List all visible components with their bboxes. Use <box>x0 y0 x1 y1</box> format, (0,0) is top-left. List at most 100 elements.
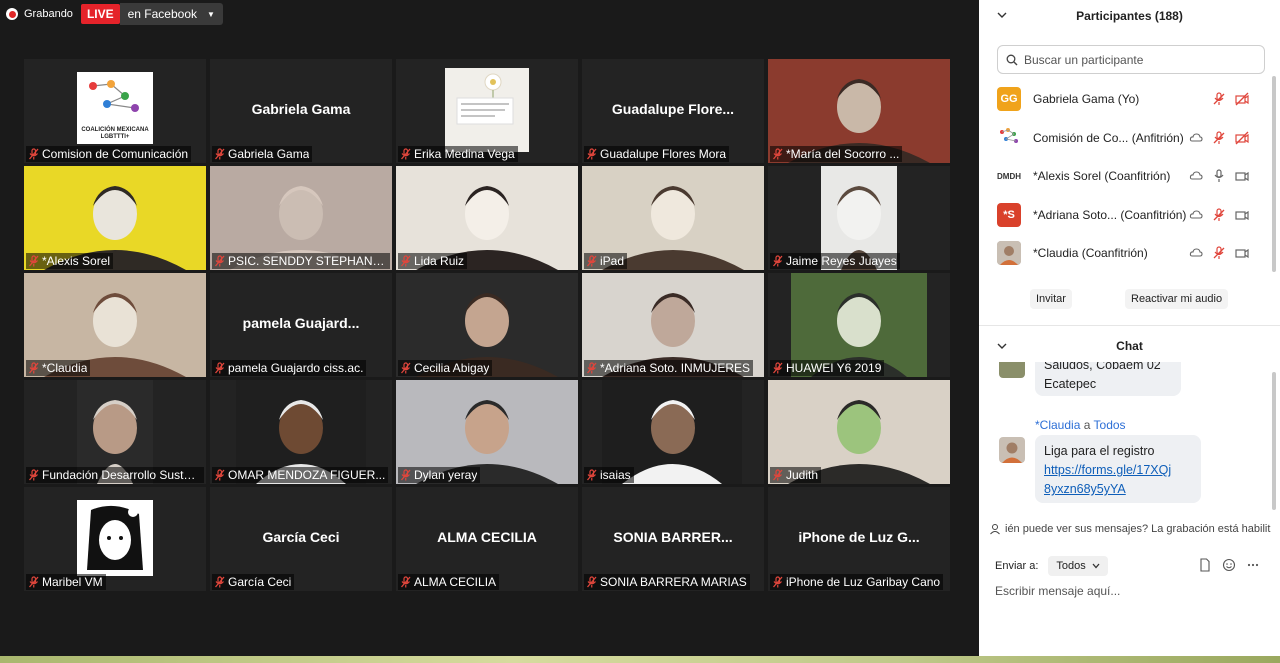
participant-name-label: HUAWEI Y6 2019 <box>770 360 885 376</box>
mic-muted-icon <box>214 362 225 374</box>
mic-muted-icon <box>772 148 783 160</box>
participant-name-text: Guadalupe Flores Mora <box>600 147 727 161</box>
profile-image <box>77 500 153 576</box>
participant-tile[interactable]: Fundación Desarrollo Sustent... <box>24 380 206 484</box>
participant-tile[interactable]: García Ceci García Ceci <box>210 487 392 591</box>
participant-tile[interactable]: HUAWEI Y6 2019 <box>768 273 950 377</box>
mic-muted-icon[interactable] <box>1212 208 1226 222</box>
chat-message: Saludos, Cobaem 02 Ecatepec <box>1035 362 1181 396</box>
video-off-icon[interactable] <box>1235 131 1249 145</box>
participant-tile[interactable]: pamela Guajard... pamela Guajardo ciss.ac… <box>210 273 392 377</box>
participant-tile[interactable]: *Adriana Soto. INMUJERES <box>582 273 764 377</box>
chevron-down-icon[interactable] <box>997 341 1007 351</box>
participant-name-label: PSIC. SENDDY STEPHANYA ... <box>212 253 390 269</box>
mic-muted-icon[interactable] <box>1212 246 1226 260</box>
stream-target-dropdown[interactable]: en Facebook ▼ <box>119 3 223 25</box>
participant-name-label: Guadalupe Flores Mora <box>584 146 730 162</box>
participant-name-label: Comision de Comunicación <box>26 146 192 162</box>
mic-muted-icon[interactable] <box>1212 131 1226 145</box>
mic-on-icon[interactable] <box>1212 169 1226 183</box>
avatar: GG <box>997 87 1021 112</box>
participant-name-text: Erika Medina Vega <box>414 147 515 161</box>
participant-row[interactable]: GG Gabriela Gama (Yo) <box>979 80 1269 119</box>
participant-tile[interactable]: *Claudia <box>24 273 206 377</box>
participant-name-label: García Ceci <box>212 574 295 590</box>
video-off-icon[interactable] <box>1235 92 1249 106</box>
participant-tile[interactable]: Judith <box>768 380 950 484</box>
participant-name-text: OMAR MENDOZA FIGUER... <box>228 468 386 482</box>
participant-tile[interactable]: Gabriela Gama Gabriela Gama <box>210 59 392 163</box>
recipient-select[interactable]: Todos <box>1048 556 1108 576</box>
participant-row[interactable]: Comisión de Co... (Anfitrión) <box>979 119 1269 158</box>
participant-tile[interactable]: OMAR MENDOZA FIGUER... <box>210 380 392 484</box>
participant-tile[interactable]: iPad <box>582 166 764 270</box>
participant-tile[interactable]: PSIC. SENDDY STEPHANYA ... <box>210 166 392 270</box>
participant-name-text: Fundación Desarrollo Sustent... <box>42 468 201 482</box>
chat-header: Chat <box>979 334 1280 358</box>
message-link[interactable]: https://forms.gle/17XQj <box>1044 461 1192 480</box>
avatar <box>999 437 1025 463</box>
participant-name-text: SONIA BARRERA MARIAS <box>600 575 747 589</box>
unmute-button[interactable]: Reactivar mi audio <box>1125 289 1229 309</box>
mic-muted-icon <box>214 469 225 481</box>
recipient-name[interactable]: Todos <box>1094 418 1126 432</box>
participant-tile[interactable]: COALICIÓN MEXICANA LGBTTTI+ Comision de C… <box>24 59 206 163</box>
chat-tools <box>1198 558 1260 572</box>
live-badge: LIVE <box>80 4 120 24</box>
participant-name-label: Lida Ruiz <box>398 253 468 269</box>
participant-tile[interactable]: Maribel VM <box>24 487 206 591</box>
mic-muted-icon <box>772 576 783 588</box>
participant-row[interactable]: DMDH *Alexis Sorel (Coanfitrión) <box>979 157 1269 196</box>
participant-name-label: Erika Medina Vega <box>398 146 518 162</box>
participant-tile[interactable]: Jaime Reyes Juayes <box>768 166 950 270</box>
participants-scrollbar[interactable] <box>1272 76 1276 272</box>
chevron-down-icon[interactable] <box>997 10 1007 20</box>
participant-tile[interactable]: Dylan yeray <box>396 380 578 484</box>
logo-text: COALICIÓN MEXICANA LGBTTTI+ <box>81 127 149 140</box>
participant-name-label: iPhone de Luz Garibay Cano <box>770 574 944 590</box>
chat-message-input[interactable] <box>995 584 1265 598</box>
participant-tile[interactable]: Guadalupe Flore... Guadalupe Flores Mora <box>582 59 764 163</box>
participant-list: GG Gabriela Gama (Yo) Comisión de Co... … <box>979 80 1269 273</box>
emoji-icon[interactable] <box>1222 558 1236 572</box>
participant-tile[interactable]: Lida Ruiz <box>396 166 578 270</box>
participant-row[interactable]: *Claudia (Coanfitrión) <box>979 234 1269 273</box>
user-icon <box>990 524 1000 535</box>
sender-name[interactable]: *Claudia <box>1035 418 1080 432</box>
mic-muted-icon <box>400 255 411 267</box>
invite-button[interactable]: Invitar <box>1030 289 1072 309</box>
chat-scrollbar[interactable] <box>1272 372 1276 510</box>
participant-display-name: Guadalupe Flore... <box>611 101 735 117</box>
participant-tile[interactable]: isaias <box>582 380 764 484</box>
participant-name-text: Jaime Reyes Juayes <box>786 254 897 268</box>
participant-name-label: pamela Guajardo ciss.ac. <box>212 360 367 376</box>
participant-tile[interactable]: *María del Socorro ... <box>768 59 950 163</box>
participant-name: *Claudia (Coanfitrión) <box>1033 246 1148 261</box>
participant-tile[interactable]: ALMA CECILIA ALMA CECILIA <box>396 487 578 591</box>
video-on-icon[interactable] <box>1235 208 1249 222</box>
participant-row[interactable]: *S *Adriana Soto... (Coanfitrión) <box>979 196 1269 235</box>
participant-name-text: *Alexis Sorel <box>42 254 111 268</box>
participant-name-text: *Adriana Soto. INMUJERES <box>600 361 751 375</box>
video-on-icon[interactable] <box>1235 169 1249 183</box>
chat-messages: Saludos, Cobaem 02 Ecatepec *Claudia a T… <box>979 362 1280 514</box>
mic-muted-icon <box>400 362 411 374</box>
message-link[interactable]: 8yxzn68y5yYA <box>1044 480 1192 499</box>
participant-name-text: HUAWEI Y6 2019 <box>786 361 882 375</box>
video-on-icon[interactable] <box>1235 246 1249 260</box>
mic-muted-icon[interactable] <box>1212 92 1226 106</box>
divider <box>979 325 1280 326</box>
participant-tile[interactable]: Erika Medina Vega <box>396 59 578 163</box>
participant-tile[interactable]: Cecilia Abigay <box>396 273 578 377</box>
participant-tile[interactable]: iPhone de Luz G... iPhone de Luz Garibay … <box>768 487 950 591</box>
zoom-meeting-window: Grabando LIVE en Facebook ▼ COALICIÓN ME… <box>0 0 1280 663</box>
file-icon[interactable] <box>1198 558 1212 572</box>
participant-tile[interactable]: *Alexis Sorel <box>24 166 206 270</box>
participant-name-text: Gabriela Gama <box>228 147 310 161</box>
cloud-icon <box>1189 169 1203 183</box>
more-icon[interactable] <box>1246 558 1260 572</box>
participant-name-label: Fundación Desarrollo Sustent... <box>26 467 204 483</box>
search-input[interactable] <box>1024 52 1254 67</box>
participant-search[interactable] <box>997 45 1265 74</box>
participant-tile[interactable]: SONIA BARRER... SONIA BARRERA MARIAS <box>582 487 764 591</box>
